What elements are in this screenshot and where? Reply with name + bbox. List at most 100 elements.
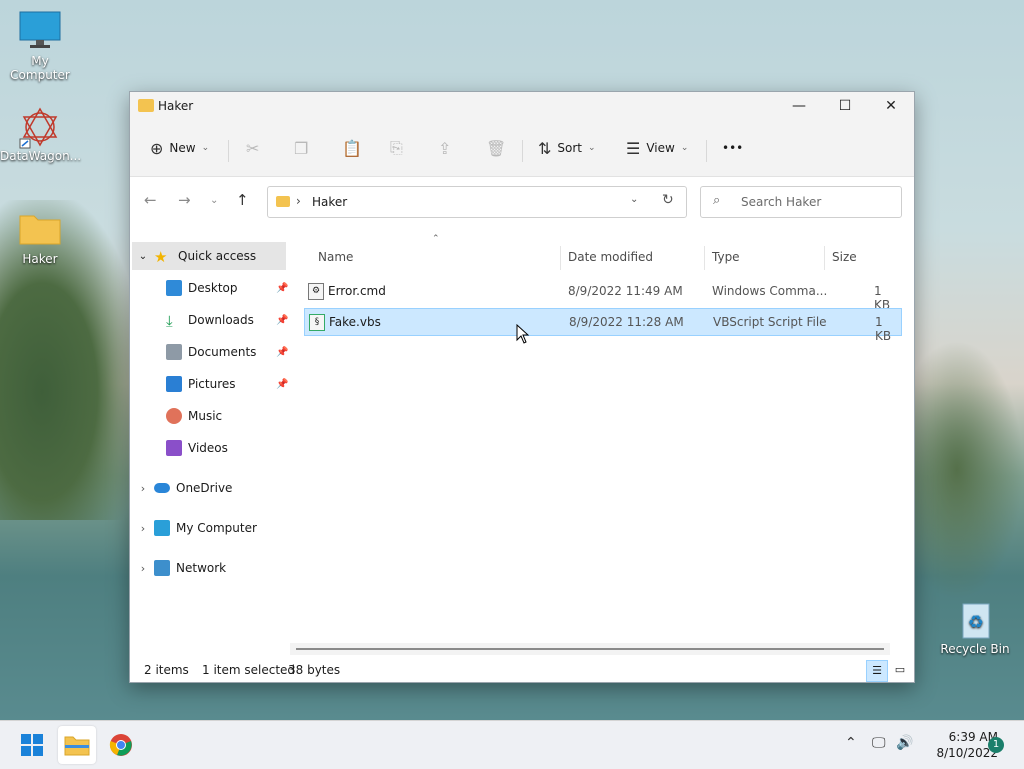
clock[interactable]: 6:39 AM 8/10/2022 — [918, 729, 998, 761]
column-header-type[interactable]: Type — [712, 242, 740, 272]
nav-onedrive[interactable]: › OneDrive — [132, 474, 286, 502]
sort-button[interactable]: ⇅ Sort ⌄ — [538, 132, 596, 164]
nav-music[interactable]: Music — [166, 402, 288, 430]
chevron-down-icon[interactable]: ⌄ — [630, 194, 638, 205]
monitor-icon — [154, 520, 170, 536]
scissors-icon: ✂ — [246, 138, 260, 158]
desktop-wallpaper-trees-right — [912, 340, 1024, 600]
chevron-down-icon: ⌄ — [201, 143, 210, 153]
nav-label: Desktop — [188, 281, 238, 295]
plus-icon: ⊕ — [150, 138, 164, 158]
nav-desktop[interactable]: Desktop 📌 — [166, 274, 288, 302]
nav-pictures[interactable]: Pictures 📌 — [166, 370, 288, 398]
nav-documents[interactable]: Documents 📌 — [166, 338, 288, 366]
cut-button[interactable]: ✂ — [246, 132, 265, 164]
desktop-icon-my-computer[interactable]: My Computer — [0, 10, 80, 82]
folder-icon — [276, 196, 290, 207]
file-list: ⌃ Name Date modified Type Size ⚙ Error.c… — [288, 234, 914, 658]
scrollbar-thumb[interactable] — [296, 648, 884, 650]
cloud-icon — [154, 483, 170, 493]
title-bar[interactable]: Haker — ☐ ✕ — [130, 92, 914, 120]
mouse-cursor-icon — [516, 323, 530, 347]
new-button[interactable]: ⊕ New ⌄ — [150, 132, 209, 164]
nav-videos[interactable]: Videos — [166, 434, 288, 462]
taskbar-chrome[interactable] — [102, 726, 140, 764]
volume-icon[interactable]: 🔊 — [896, 735, 913, 751]
recent-locations-chevron-icon[interactable]: ⌄ — [210, 195, 218, 206]
folder-icon — [64, 736, 90, 756]
nav-label: Quick access — [178, 249, 257, 263]
desktop-icon-haker-folder[interactable]: Haker — [0, 208, 80, 266]
column-divider[interactable] — [704, 246, 705, 270]
column-header-date[interactable]: Date modified — [568, 242, 653, 272]
nav-label: Documents — [188, 345, 257, 359]
view-button[interactable]: ☰ View ⌄ — [626, 132, 688, 164]
column-divider[interactable] — [560, 246, 561, 270]
maximize-button[interactable]: ☐ — [822, 92, 868, 120]
nav-label: OneDrive — [176, 481, 233, 495]
rename-button[interactable]: ⎘ — [390, 132, 409, 164]
share-icon: ⇪ — [438, 138, 452, 158]
toolbar-divider — [228, 140, 229, 162]
pictures-icon — [166, 376, 182, 392]
more-options-button[interactable]: ••• — [722, 132, 743, 164]
breadcrumb-haker[interactable]: Haker — [312, 195, 347, 209]
nav-downloads[interactable]: ⤓ Downloads 📌 — [166, 306, 288, 334]
refresh-icon[interactable]: ↻ — [662, 192, 674, 208]
nav-network[interactable]: › Network — [132, 554, 286, 582]
minimize-button[interactable]: — — [776, 92, 822, 120]
file-row-fake-vbs[interactable]: § Fake.vbs 8/9/2022 11:28 AM VBScript Sc… — [304, 308, 902, 343]
show-hidden-icons-chevron-icon[interactable]: ⌃ — [845, 735, 857, 751]
up-arrow-icon[interactable]: ↑ — [236, 191, 249, 209]
breadcrumb-separator-icon: › — [296, 194, 301, 208]
notification-badge[interactable]: 1 — [988, 737, 1004, 753]
close-button[interactable]: ✕ — [868, 92, 914, 120]
chevron-down-icon[interactable]: ⌄ — [132, 251, 154, 262]
file-row-error-cmd[interactable]: ⚙ Error.cmd 8/9/2022 11:49 AM Windows Co… — [304, 278, 900, 312]
desktop-icon-label: My Computer — [10, 54, 70, 82]
pin-icon: 📌 — [276, 346, 289, 358]
nav-quick-access[interactable]: ⌄ ★ Quick access — [132, 242, 286, 270]
nav-label: Downloads — [188, 313, 254, 327]
share-button[interactable]: ⇪ — [438, 132, 457, 164]
trash-icon: 🗑 — [486, 138, 507, 158]
pin-icon: 📌 — [276, 282, 289, 294]
desktop-icon-recycle-bin[interactable]: ♻ Recycle Bin — [935, 598, 1015, 656]
details-view-icon[interactable]: ☰ — [866, 660, 888, 682]
selection-size: 38 bytes — [288, 663, 341, 677]
view-list-icon: ☰ — [626, 138, 641, 158]
desktop-icon-datawagon[interactable]: DataWagon... — [0, 105, 81, 163]
paste-button[interactable]: 📋 — [342, 132, 368, 164]
desktop-icon-label: Recycle Bin — [940, 642, 1010, 656]
svg-text:♻: ♻ — [968, 612, 984, 633]
nav-my-computer[interactable]: › My Computer — [132, 514, 286, 542]
videos-icon — [166, 440, 182, 456]
chevron-right-icon[interactable]: › — [132, 482, 154, 495]
back-arrow-icon[interactable]: ← — [144, 191, 157, 209]
taskbar-file-explorer[interactable] — [58, 726, 96, 764]
file-name: Fake.vbs — [329, 315, 381, 329]
taskbar: ⌃ 🖵 🔊 6:39 AM 8/10/2022 1 — [0, 720, 1024, 769]
desktop-icon-label: Haker — [22, 252, 58, 266]
forward-arrow-icon[interactable]: → — [178, 191, 191, 209]
chevron-right-icon[interactable]: › — [132, 522, 154, 535]
toolbar-divider — [522, 140, 523, 162]
view-label: View — [646, 141, 675, 155]
chrome-icon — [109, 734, 132, 756]
clock-time: 6:39 AM — [948, 730, 998, 744]
search-input[interactable]: ⌕ Search Haker — [700, 186, 902, 218]
clock-date: 8/10/2022 — [936, 746, 998, 760]
address-bar[interactable]: › Haker ⌄ ↻ — [267, 186, 687, 218]
delete-button[interactable]: 🗑 — [486, 132, 512, 164]
column-header-size[interactable]: Size — [832, 242, 857, 272]
large-icons-view-icon[interactable]: ▭ — [890, 660, 910, 680]
horizontal-scrollbar[interactable] — [290, 643, 890, 655]
copy-button[interactable]: ❐ — [294, 132, 314, 164]
chevron-down-icon: ⌄ — [680, 143, 689, 153]
column-header-name[interactable]: Name — [318, 242, 353, 272]
chevron-right-icon[interactable]: › — [132, 562, 154, 575]
column-divider[interactable] — [824, 246, 825, 270]
start-button[interactable] — [13, 726, 51, 764]
network-status-icon[interactable]: 🖵 — [872, 735, 886, 751]
folder-icon — [18, 208, 62, 248]
